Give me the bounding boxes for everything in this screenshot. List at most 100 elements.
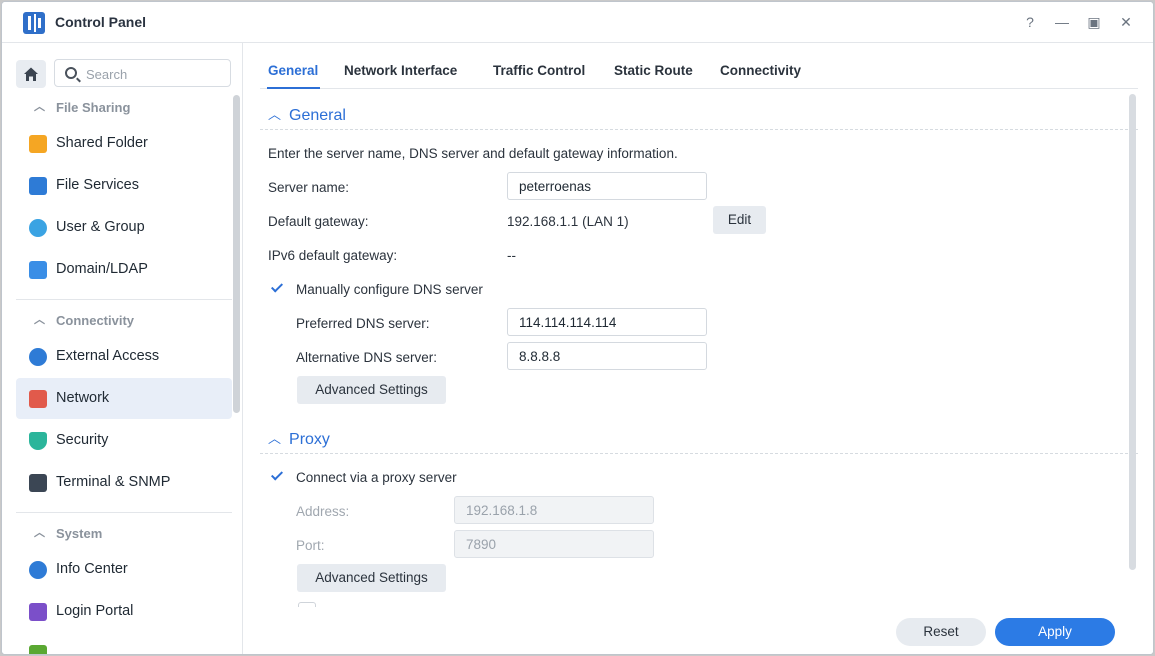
sidebar-item-label: Login Portal [56, 603, 134, 619]
sidebar-item-domain-ldap[interactable]: Domain/LDAP [16, 249, 232, 290]
sidebar-scrollbar[interactable] [233, 95, 240, 413]
preferred-dns-field[interactable]: 114.114.114.114 [507, 308, 707, 336]
proxy-port-field[interactable]: 7890 [454, 530, 654, 558]
chevron-up-icon: ︿ [268, 107, 282, 122]
tab-network-interface[interactable]: Network Interface [344, 63, 457, 78]
search-placeholder: Search [86, 67, 128, 82]
sidebar-item-shared-folder[interactable]: Shared Folder [16, 123, 232, 164]
proxy-advanced-settings-button[interactable]: Advanced Settings [297, 564, 446, 592]
section-divider [260, 453, 1138, 454]
external-access-icon [29, 348, 47, 366]
alternative-dns-label: Alternative DNS server: [296, 350, 438, 365]
section-header-file-sharing[interactable]: ︿ File Sharing [16, 95, 232, 121]
network-icon [29, 390, 47, 408]
sidebar-item-label: Shared Folder [56, 135, 148, 151]
sidebar-item-label: Info Center [56, 561, 128, 577]
sidebar-item-login-portal[interactable]: Login Portal [16, 591, 232, 632]
control-panel-window: Control Panel ? — ▣ ✕ Search ︿ File Shar… [1, 1, 1154, 655]
shared-folder-icon [29, 135, 47, 153]
chevron-up-icon: ︿ [34, 527, 45, 539]
tab-static-route[interactable]: Static Route [614, 63, 693, 78]
server-name-field[interactable]: peterroenas [507, 172, 707, 200]
ipv6-gateway-value: -- [507, 248, 516, 263]
sidebar-item-info-center[interactable]: Info Center [16, 549, 232, 590]
tab-bar: General Network Interface Traffic Contro… [244, 43, 1139, 89]
tab-connectivity[interactable]: Connectivity [720, 63, 801, 78]
home-button[interactable] [16, 60, 46, 88]
content-scrollbar[interactable] [1129, 94, 1136, 570]
partial-item-icon [29, 645, 47, 654]
minimize-icon[interactable]: — [1052, 12, 1072, 32]
home-icon [24, 67, 38, 81]
sidebar-item-label: Security [56, 432, 109, 448]
manual-dns-label: Manually configure DNS server [296, 282, 483, 297]
search-input[interactable]: Search [54, 59, 231, 87]
close-icon[interactable]: ✕ [1116, 12, 1136, 32]
proxy-checkbox[interactable] [269, 468, 287, 486]
proxy-section-title: Proxy [289, 431, 330, 448]
preferred-dns-label: Preferred DNS server: [296, 316, 430, 331]
control-panel-app-icon [23, 12, 45, 34]
apply-button[interactable]: Apply [995, 618, 1115, 646]
title-bar: Control Panel ? — ▣ ✕ [2, 2, 1153, 43]
proxy-address-field[interactable]: 192.168.1.8 [454, 496, 654, 524]
sidebar-item-label: File Services [56, 177, 139, 193]
alternative-dns-field[interactable]: 8.8.8.8 [507, 342, 707, 370]
section-title: Connectivity [56, 313, 135, 328]
file-services-icon [29, 177, 47, 195]
chevron-up-icon: ︿ [34, 314, 45, 326]
default-gateway-value: 192.168.1.1 (LAN 1) [507, 214, 629, 229]
main-panel: General Network Interface Traffic Contro… [244, 43, 1153, 654]
sidebar-item-label: User & Group [56, 219, 145, 235]
default-gateway-label: Default gateway: [268, 214, 369, 229]
sidebar-item-label: External Access [56, 348, 160, 364]
search-icon [65, 67, 77, 79]
server-name-label: Server name: [268, 180, 350, 195]
help-icon[interactable]: ? [1020, 12, 1040, 32]
edit-gateway-button[interactable]: Edit [713, 206, 766, 234]
reset-button[interactable]: Reset [896, 618, 986, 646]
terminal-icon [29, 474, 47, 492]
sidebar: Search ︿ File Sharing Shared Folder File… [2, 43, 243, 654]
sidebar-item-label: Network [56, 390, 110, 406]
section-title: File Sharing [56, 100, 131, 115]
security-icon [29, 432, 47, 450]
maximize-icon[interactable]: ▣ [1084, 12, 1104, 32]
user-group-icon [29, 219, 47, 237]
chevron-up-icon: ︿ [34, 101, 45, 113]
sidebar-item-label: Terminal & SNMP [56, 474, 171, 490]
sidebar-item-external-access[interactable]: External Access [16, 336, 232, 377]
proxy-connect-label: Connect via a proxy server [296, 470, 457, 485]
section-header-connectivity[interactable]: ︿ Connectivity [16, 308, 232, 334]
sidebar-item-security[interactable]: Security [16, 420, 232, 461]
proxy-port-label: Port: [296, 538, 325, 553]
sidebar-item-label: Domain/LDAP [56, 261, 148, 277]
sidebar-item-partial[interactable] [16, 633, 232, 654]
sidebar-item-file-services[interactable]: File Services [16, 165, 232, 206]
sidebar-item-user-group[interactable]: User & Group [16, 207, 232, 248]
footer-bar: Reset Apply [244, 607, 1153, 654]
general-section-title: General [289, 107, 346, 124]
sidebar-divider [16, 512, 232, 513]
proxy-address-label: Address: [296, 504, 350, 519]
section-title: System [56, 526, 103, 541]
ipv6-gateway-label: IPv6 default gateway: [268, 248, 398, 263]
info-center-icon [29, 561, 47, 579]
window-title: Control Panel [55, 14, 147, 30]
tab-traffic-control[interactable]: Traffic Control [493, 63, 585, 78]
login-portal-icon [29, 603, 47, 621]
domain-ldap-icon [29, 261, 47, 279]
sidebar-item-network[interactable]: Network [16, 378, 232, 419]
section-divider [260, 129, 1138, 130]
sidebar-item-terminal-snmp[interactable]: Terminal & SNMP [16, 462, 232, 503]
general-description: Enter the server name, DNS server and de… [268, 146, 678, 161]
proxy-section-header[interactable]: ︿ Proxy [268, 429, 330, 449]
manual-dns-checkbox[interactable] [269, 280, 287, 298]
general-section-header[interactable]: ︿ General [268, 105, 346, 125]
section-header-system[interactable]: ︿ System [16, 521, 232, 547]
chevron-up-icon: ︿ [268, 431, 282, 446]
settings-content: ︿ General Enter the server name, DNS serv… [260, 89, 1138, 607]
sidebar-divider [16, 299, 232, 300]
general-advanced-settings-button[interactable]: Advanced Settings [297, 376, 446, 404]
tab-general[interactable]: General [268, 63, 318, 78]
